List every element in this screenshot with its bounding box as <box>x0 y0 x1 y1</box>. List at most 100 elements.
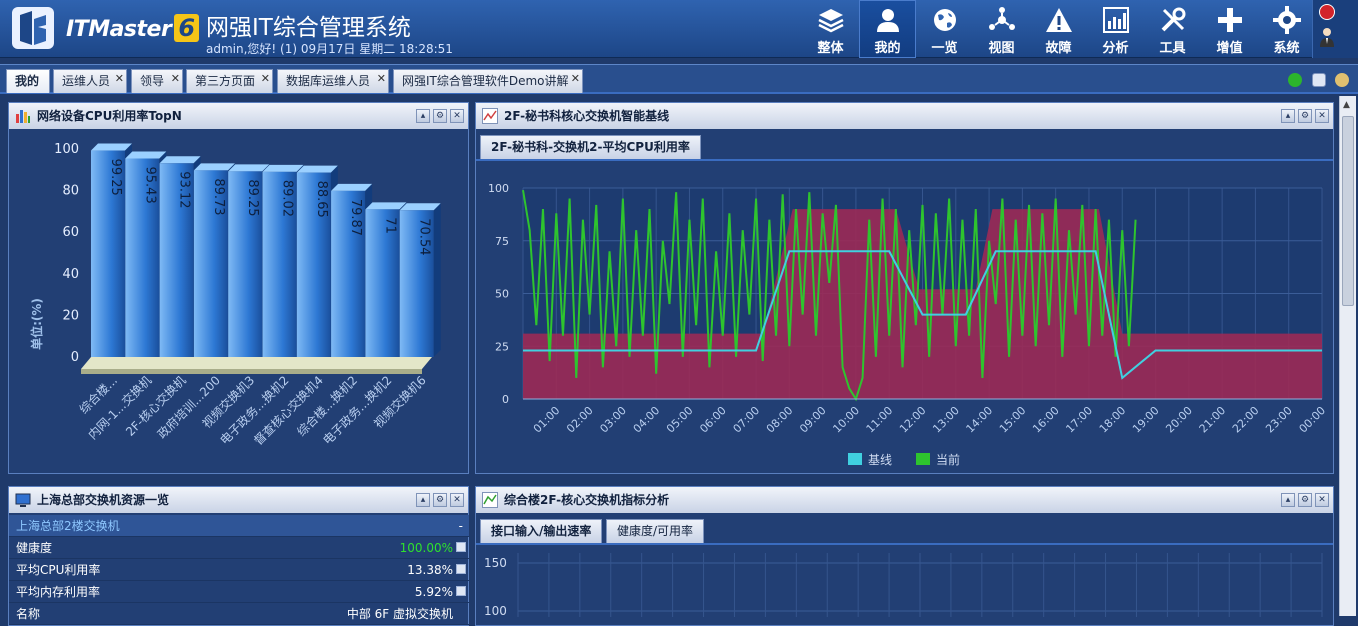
detail-icon[interactable] <box>456 586 466 596</box>
y-tick-label: 100 <box>484 604 507 617</box>
bar-value-label: 70.54 <box>417 218 432 255</box>
scroll-up-icon[interactable]: ▲ <box>1343 100 1350 110</box>
x-tick-label: 07:00 <box>731 404 763 436</box>
gear-icon[interactable]: ⚙ <box>433 109 447 123</box>
page-scrollbar[interactable]: ▲ <box>1339 96 1356 616</box>
nav-tools[interactable]: 工具 <box>1144 0 1201 58</box>
detail-icon[interactable] <box>456 542 466 552</box>
list-item: 名称 中部 6F 虚拟交换机 <box>9 603 469 625</box>
y-tick-label: 0 <box>502 393 509 406</box>
tab-avg-cpu[interactable]: 2F-秘书科-交换机2-平均CPU利用率 <box>480 135 701 159</box>
y-tick-label: 60 <box>62 225 79 240</box>
x-tick-label: 综合楼...换机2 <box>294 373 361 440</box>
x-tick-label: 19:00 <box>1130 404 1162 436</box>
globe-icon <box>933 9 956 31</box>
bar-top <box>228 164 270 172</box>
analysis-icon <box>482 492 498 508</box>
nav-overall[interactable]: 整体 <box>802 0 859 58</box>
user-greeting: admin,您好! (1) 09月17日 星期二 18:28:51 <box>206 42 453 56</box>
gear-icon <box>1272 6 1301 34</box>
close-icon[interactable]: ✕ <box>450 109 464 123</box>
nav-system[interactable]: 系统 <box>1258 0 1315 58</box>
profile-icon[interactable] <box>1319 26 1335 48</box>
close-icon[interactable]: ✕ <box>377 68 386 90</box>
y-tick-label: 40 <box>62 267 79 282</box>
bar-value-label: 89.73 <box>211 178 226 215</box>
gear-icon[interactable]: ⚙ <box>1298 109 1312 123</box>
baseline-panel: 2F-秘书科核心交换机智能基线 ▴ ⚙ ✕ 2F-秘书科-交换机2-平均CPU利用率… <box>475 102 1334 474</box>
bar-value-label: 71 <box>382 217 397 234</box>
tab-mine[interactable]: 我的 <box>6 69 50 93</box>
bar-value-label: 89.25 <box>245 179 260 216</box>
tab-interface-rate[interactable]: 接口输入/输出速率 <box>480 519 603 543</box>
bar-top <box>125 151 167 159</box>
add-tab-icon[interactable] <box>1288 73 1302 87</box>
nav-fault[interactable]: 故障 <box>1030 0 1087 58</box>
switch-resource-panel: 上海总部交换机资源一览 ▴ ⚙ ✕ 上海总部2楼交换机 - 健康度 100.00% … <box>8 486 469 626</box>
settings-icon[interactable] <box>1335 73 1349 87</box>
device-row[interactable]: 上海总部2楼交换机 - <box>9 515 469 537</box>
nav-analysis[interactable]: 分析 <box>1087 0 1144 58</box>
bar-top <box>331 183 373 191</box>
tab-third-party[interactable]: 第三方页面 ✕ <box>186 69 273 93</box>
close-icon[interactable]: ✕ <box>1315 493 1329 507</box>
bar-top <box>159 156 201 164</box>
y-axis-label: 单位:(%) <box>29 298 44 350</box>
detail-icon[interactable] <box>456 564 466 574</box>
close-icon[interactable]: ✕ <box>571 68 580 90</box>
legend-label: 基线 <box>868 453 892 467</box>
cpu-topn-panel: 网络设备CPU利用率TopN ▴ ⚙ ✕ 0 20 40 60 80 100 单位:(%) 99.… <box>8 102 469 474</box>
minimize-icon[interactable]: ▴ <box>416 109 430 123</box>
layers-icon <box>817 9 844 33</box>
bar-chart-icon <box>16 110 30 123</box>
minimize-icon[interactable]: ▴ <box>1281 109 1295 123</box>
user-icon <box>876 9 899 32</box>
tab-health-availability[interactable]: 健康度/可用率 <box>606 519 705 543</box>
bar-top <box>91 143 132 151</box>
close-icon[interactable]: ✕ <box>261 68 270 90</box>
nav-view[interactable]: 视图 <box>973 0 1030 58</box>
bar-value-label: 89.02 <box>280 180 295 217</box>
tab-ops-staff[interactable]: 运维人员 ✕ <box>53 69 127 93</box>
x-tick-label: 18:00 <box>1097 404 1129 436</box>
gear-icon[interactable]: ⚙ <box>433 493 447 507</box>
y-tick-label: 20 <box>62 308 79 323</box>
close-icon[interactable]: ✕ <box>450 493 464 507</box>
close-icon[interactable]: ✕ <box>115 68 124 90</box>
y-tick-label: 80 <box>62 184 79 199</box>
y-tick-label: 0 <box>71 350 79 365</box>
y-tick-label: 100 <box>54 142 79 157</box>
chart-floor-edge <box>81 369 422 374</box>
subtab-divider <box>476 543 1333 545</box>
close-icon[interactable]: ✕ <box>171 68 180 90</box>
y-tick-label: 150 <box>484 556 507 570</box>
scrollbar-thumb[interactable] <box>1342 116 1354 306</box>
minimize-icon[interactable]: ▴ <box>1281 493 1295 507</box>
gear-icon[interactable]: ⚙ <box>1298 493 1312 507</box>
bar-value-label: 88.65 <box>314 181 329 218</box>
bar-top <box>296 165 338 173</box>
minimize-icon[interactable]: ▴ <box>416 493 430 507</box>
tab-leader[interactable]: 领导 ✕ <box>131 69 183 93</box>
exit-icon[interactable] <box>1319 4 1335 20</box>
x-tick-label: 06:00 <box>697 404 729 436</box>
tab-demo[interactable]: 网强IT综合管理软件Demo讲解 ✕ <box>393 69 583 93</box>
close-icon[interactable]: ✕ <box>1315 109 1329 123</box>
x-tick-label: 08:00 <box>764 404 796 436</box>
y-tick-label: 25 <box>495 340 509 353</box>
y-tick-label: 100 <box>488 182 509 195</box>
tab-db-ops[interactable]: 数据库运维人员 ✕ <box>277 69 389 93</box>
cpu-baseline-chart: 0 25 50 75 100 01:00 02:00 03:00 04:00 05:00 06:00… <box>488 182 1329 467</box>
legend-label: 当前 <box>936 452 960 467</box>
panel-header: 上海总部交换机资源一览 ▴ ⚙ ✕ <box>9 487 468 513</box>
bar-value-label: 95.43 <box>142 167 157 204</box>
window-icon[interactable] <box>1312 73 1326 87</box>
x-tick-label: 00:00 <box>1297 404 1329 436</box>
x-tick-label: 20:00 <box>1163 404 1195 436</box>
nav-value-added[interactable]: 增值 <box>1201 0 1258 58</box>
x-tick-label: 17:00 <box>1063 404 1095 436</box>
nav-mine[interactable]: 我的 <box>859 0 916 58</box>
interface-rate-chart: 150 100 <box>484 553 1323 617</box>
nav-overview[interactable]: 一览 <box>916 0 973 58</box>
app-logo-icon <box>12 7 54 49</box>
